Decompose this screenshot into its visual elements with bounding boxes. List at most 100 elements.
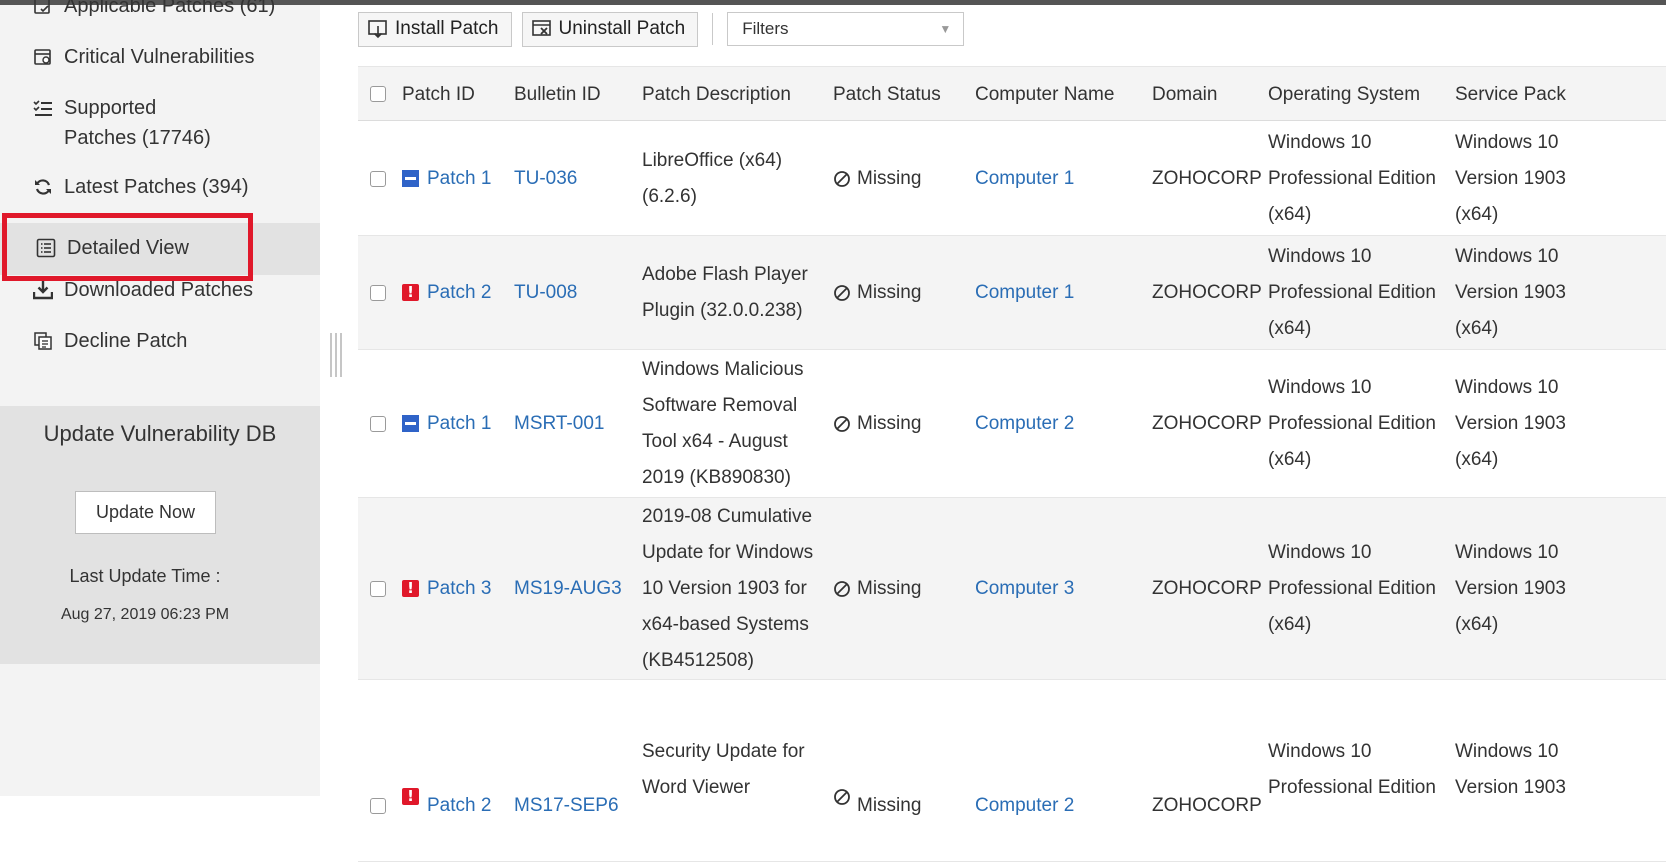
domain-cell-cell: ZOHOCORP xyxy=(1152,498,1262,679)
sidebar-item-decline-patch[interactable]: Decline Patch xyxy=(0,326,320,366)
table-row[interactable]: Patch 1 TU-036 LibreOffice (x64) (6.2.6) Mi… xyxy=(358,122,1666,236)
detail-list-icon xyxy=(33,235,59,261)
computer-name-link[interactable]: Computer 1 xyxy=(975,275,1074,311)
service-pack-cell-cell: Windows 10 Version 1903 xyxy=(1455,680,1566,861)
row-checkbox[interactable] xyxy=(370,236,386,349)
uninstall-icon xyxy=(531,20,551,36)
sidebar-resize-handle[interactable] xyxy=(330,333,342,377)
patch-id-link[interactable]: Patch 1 xyxy=(427,406,491,442)
patch-description-cell: 2019-08 Cumulative Update for Windows 10… xyxy=(642,498,813,679)
col-domain[interactable]: Domain xyxy=(1152,67,1217,122)
last-update-time: Aug 27, 2019 06:23 PM xyxy=(60,606,230,623)
patch-id-link[interactable]: Patch 1 xyxy=(427,161,491,197)
patch-description-cell: LibreOffice (x64) (6.2.6) xyxy=(642,122,782,235)
table-header: Patch ID Bulletin ID Patch Description P… xyxy=(358,66,1666,121)
patch-status: Missing xyxy=(857,281,922,303)
patch-id-link-cell: Patch 2 xyxy=(402,236,491,349)
patch-description: Security Update for Word Viewer xyxy=(642,741,805,798)
update-now-button[interactable]: Update Now xyxy=(75,491,216,534)
row-checkbox[interactable] xyxy=(370,350,386,497)
patch-status-cell: Missing xyxy=(833,122,921,235)
sidebar-item-label: Downloaded Patches xyxy=(64,279,254,301)
table-row[interactable]: Patch 2 MS17-SEP6 Security Update for Word… xyxy=(358,680,1666,862)
select-all-checkbox[interactable] xyxy=(370,86,386,102)
table-row[interactable]: Patch 1 MSRT-001 Windows Malicious Softwar… xyxy=(358,350,1666,498)
sidebar-item-label: Detailed View xyxy=(67,237,189,259)
patch-id-link[interactable]: Patch 3 xyxy=(427,571,491,607)
row-checkbox[interactable] xyxy=(370,680,386,861)
uninstall-patch-label: Uninstall Patch xyxy=(558,18,686,39)
bulletin-id-link[interactable]: MSRT-001 xyxy=(514,406,604,442)
computer-name-link[interactable]: Computer 2 xyxy=(975,406,1074,442)
patch-id-link[interactable]: Patch 2 xyxy=(427,788,491,824)
moderate-severity-icon xyxy=(402,170,419,187)
critical-severity-icon xyxy=(402,579,419,598)
operating-system-cell: Windows 10 Professional Edition (x64) xyxy=(1268,245,1436,339)
install-patch-button[interactable]: Install Patch xyxy=(358,11,512,47)
sidebar-item-downloaded-patches[interactable]: Downloaded Patches xyxy=(0,275,320,315)
last-update-label: Last Update Time : xyxy=(69,566,221,586)
service-pack-cell: Windows 10 Version 1903 xyxy=(1455,741,1566,798)
domain-cell-cell: ZOHOCORP xyxy=(1152,350,1262,497)
missing-status-icon xyxy=(834,789,850,805)
patch-status-cell: Missing xyxy=(833,680,921,861)
patch-description-cell: Adobe Flash Player Plugin (32.0.0.238) xyxy=(642,236,808,349)
table-row[interactable]: Patch 2 TU-008 Adobe Flash Player Plugin (… xyxy=(358,236,1666,350)
patch-description: Windows Malicious Software Removal Tool … xyxy=(642,358,804,488)
domain-cell-cell: ZOHOCORP xyxy=(1152,122,1262,235)
sidebar-item-applicable-patches[interactable]: Applicable Patches (61) xyxy=(0,0,320,21)
bulletin-id-link[interactable]: MS19-AUG3 xyxy=(514,571,622,607)
patch-id-link-cell: Patch 2 xyxy=(402,680,491,861)
operating-system-cell: Windows 10 Professional Edition (x64) xyxy=(1268,131,1436,225)
patch-status-cell: Missing xyxy=(833,350,921,497)
check-list-icon xyxy=(30,0,56,19)
col-computer-name[interactable]: Computer Name xyxy=(975,67,1114,122)
col-patch-description[interactable]: Patch Description xyxy=(642,67,791,122)
download-icon xyxy=(30,277,56,303)
domain-cell: ZOHOCORP xyxy=(1152,412,1262,434)
sidebar-item-latest-patches[interactable]: Latest Patches (394) xyxy=(0,172,320,212)
sidebar: Applicable Patches (61) Critical Vulnera… xyxy=(0,0,320,796)
bulletin-id-link[interactable]: TU-008 xyxy=(514,275,577,311)
domain-cell: ZOHOCORP xyxy=(1152,167,1262,189)
computer-name-link[interactable]: Computer 1 xyxy=(975,161,1074,197)
sidebar-item-critical-vulnerabilities[interactable]: Critical Vulnerabilities xyxy=(0,42,320,82)
computer-name-link-cell: Computer 1 xyxy=(975,236,1074,349)
sidebar-item-detailed-view[interactable]: Detailed View xyxy=(0,223,320,275)
bulletin-id-link[interactable]: TU-036 xyxy=(514,161,577,197)
toolbar-separator xyxy=(712,13,714,45)
decline-copy-icon xyxy=(30,328,56,354)
col-service-pack[interactable]: Service Pack xyxy=(1455,67,1566,122)
col-operating-system[interactable]: Operating System xyxy=(1268,67,1420,122)
sidebar-item-label: Decline Patch xyxy=(64,330,188,352)
install-icon xyxy=(368,20,387,39)
col-patch-status[interactable]: Patch Status xyxy=(833,67,941,122)
table-row[interactable]: Patch 3 MS19-AUG3 2019-08 Cumulative Updat… xyxy=(358,498,1666,680)
patch-status: Missing xyxy=(857,167,922,189)
service-pack-cell: Windows 10 Version 1903 (x64) xyxy=(1455,541,1566,635)
row-checkbox[interactable] xyxy=(370,498,386,679)
col-bulletin-id[interactable]: Bulletin ID xyxy=(514,67,601,122)
computer-name-link-cell: Computer 2 xyxy=(975,350,1074,497)
operating-system-cell-cell: Windows 10 Professional Edition (x64) xyxy=(1268,122,1436,235)
sidebar-item-supported-patches[interactable]: Supported Patches (17746) xyxy=(0,93,320,163)
col-patch-id[interactable]: Patch ID xyxy=(402,67,475,122)
missing-status-icon xyxy=(834,580,850,597)
domain-cell: ZOHOCORP xyxy=(1152,577,1262,599)
patch-id-link[interactable]: Patch 2 xyxy=(427,275,491,311)
row-checkbox[interactable] xyxy=(370,122,386,235)
bulletin-id-link[interactable]: MS17-SEP6 xyxy=(514,788,619,824)
operating-system-cell-cell: Windows 10 Professional Edition (x64) xyxy=(1268,236,1436,349)
computer-name-link[interactable]: Computer 2 xyxy=(975,788,1074,824)
missing-status-icon xyxy=(834,170,850,187)
domain-cell: ZOHOCORP xyxy=(1152,281,1262,303)
bulletin-id-link-cell: TU-036 xyxy=(514,122,577,235)
bulletin-id-link-cell: MS17-SEP6 xyxy=(514,680,619,861)
filters-dropdown[interactable]: Filters ▼ xyxy=(727,12,965,46)
uninstall-patch-button[interactable]: Uninstall Patch xyxy=(521,11,699,47)
computer-name-link[interactable]: Computer 3 xyxy=(975,571,1074,607)
toolbar: Install Patch Uninstall Patch Filters ▼ xyxy=(358,11,965,47)
service-pack-cell-cell: Windows 10 Version 1903 (x64) xyxy=(1455,122,1566,235)
service-pack-cell: Windows 10 Version 1903 (x64) xyxy=(1455,131,1566,225)
critical-severity-icon xyxy=(402,283,419,302)
